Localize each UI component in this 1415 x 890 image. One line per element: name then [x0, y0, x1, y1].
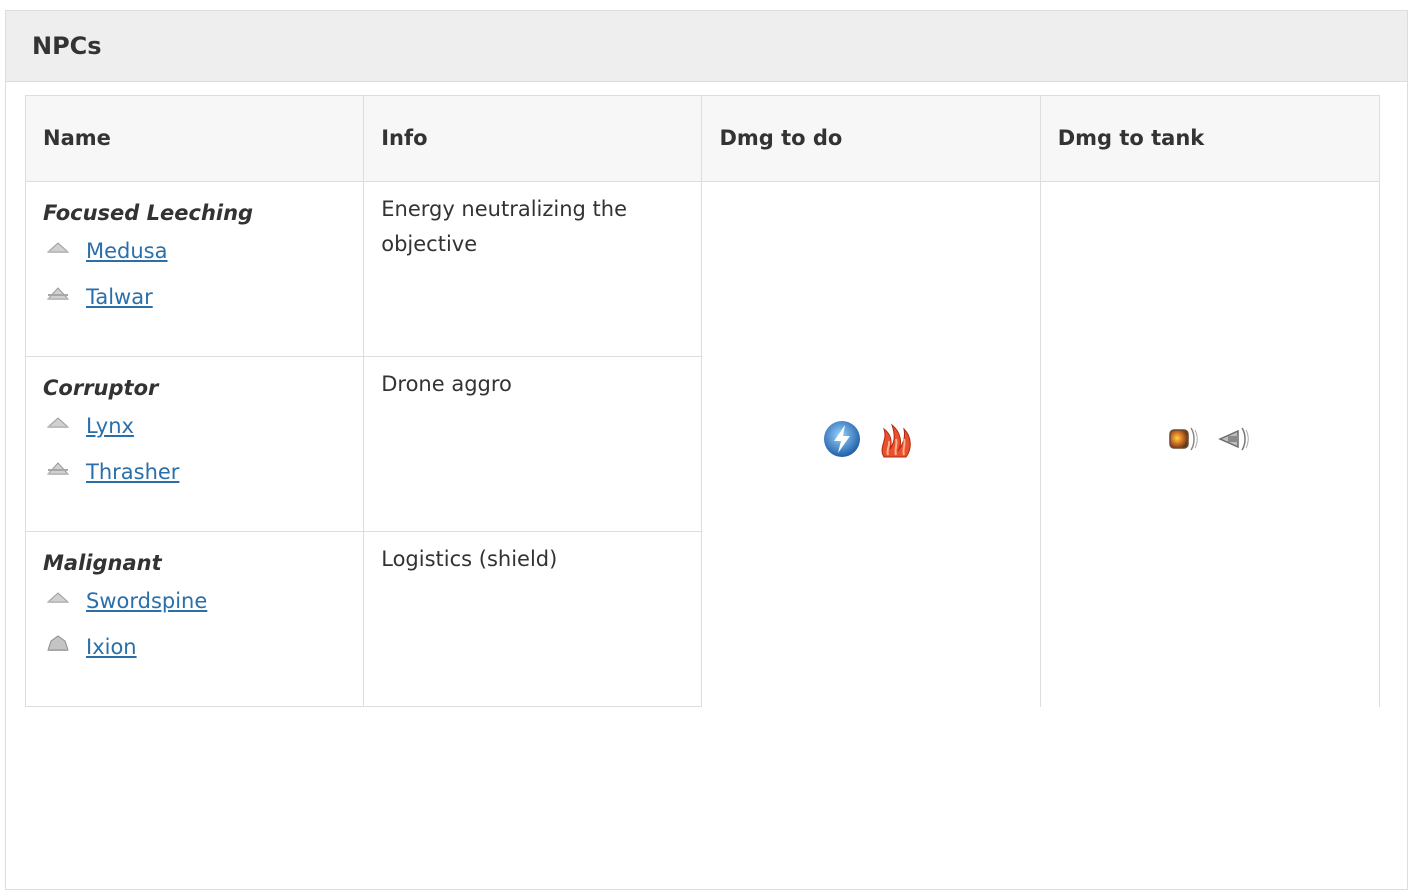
dmg-to-do-cell [701, 181, 1041, 707]
thermal-damage-icon [876, 417, 920, 472]
name-cell: Corruptor Lynx Thrasher [24, 356, 365, 532]
ship-entry: Talwar [43, 274, 346, 320]
ship-entry: Thrasher [43, 449, 346, 495]
ship-entry: Swordspine [43, 578, 346, 624]
npc-table: Name Info Dmg to do Dmg to tank Focused … [24, 95, 1381, 707]
dmg-to-tank-cell [1039, 181, 1381, 707]
info-text: Drone aggro [381, 372, 512, 396]
column-header-dmg-to-do: Dmg to do [701, 95, 1041, 182]
ship-link-medusa[interactable]: Medusa [86, 234, 168, 269]
ship-link-thrasher[interactable]: Thrasher [86, 455, 179, 490]
column-header-info: Info [363, 95, 703, 182]
panel-title: NPCs [32, 32, 102, 60]
ship-entry: Medusa [43, 228, 346, 274]
frigate-class-icon [47, 237, 69, 257]
column-header-dmg-to-tank: Dmg to tank [1039, 95, 1381, 182]
group-title: Focused Leeching [43, 201, 254, 225]
destroyer-class-icon [47, 283, 69, 303]
explosive-resist-icon [1166, 422, 1200, 467]
ship-link-swordspine[interactable]: Swordspine [86, 584, 207, 619]
ship-link-lynx[interactable]: Lynx [86, 409, 134, 444]
table-header-row: Name Info Dmg to do Dmg to tank [24, 95, 1381, 182]
table-row: Focused Leeching Medusa Talwar Energy ne… [24, 181, 1381, 707]
dmg-to-do-icons [822, 417, 920, 472]
info-cell: Drone aggro [363, 356, 703, 532]
info-cell: Energy neutralizing the objective [363, 181, 703, 357]
panel-header: NPCs [6, 11, 1407, 82]
frigate-class-icon [47, 587, 69, 607]
ship-entry: Lynx [43, 403, 346, 449]
info-text: Energy neutralizing the objective [381, 197, 628, 256]
frigate-class-icon [47, 412, 69, 432]
name-cell: Focused Leeching Medusa Talwar [24, 181, 365, 357]
column-header-name: Name [24, 95, 365, 182]
kinetic-resist-icon [1214, 422, 1254, 467]
info-cell: Logistics (shield) [363, 531, 703, 707]
ship-entry: Ixion [43, 624, 346, 670]
dmg-to-tank-icons [1166, 422, 1254, 467]
name-cell: Malignant Swordspine Ixion [24, 531, 365, 707]
ship-link-ixion[interactable]: Ixion [86, 630, 137, 665]
destroyer-class-icon [47, 458, 69, 478]
group-title: Corruptor [43, 376, 159, 400]
group-title: Malignant [43, 551, 162, 575]
ship-link-talwar[interactable]: Talwar [86, 280, 153, 315]
info-text: Logistics (shield) [381, 547, 558, 571]
cruiser-class-icon [47, 633, 69, 653]
em-damage-icon [822, 419, 862, 470]
